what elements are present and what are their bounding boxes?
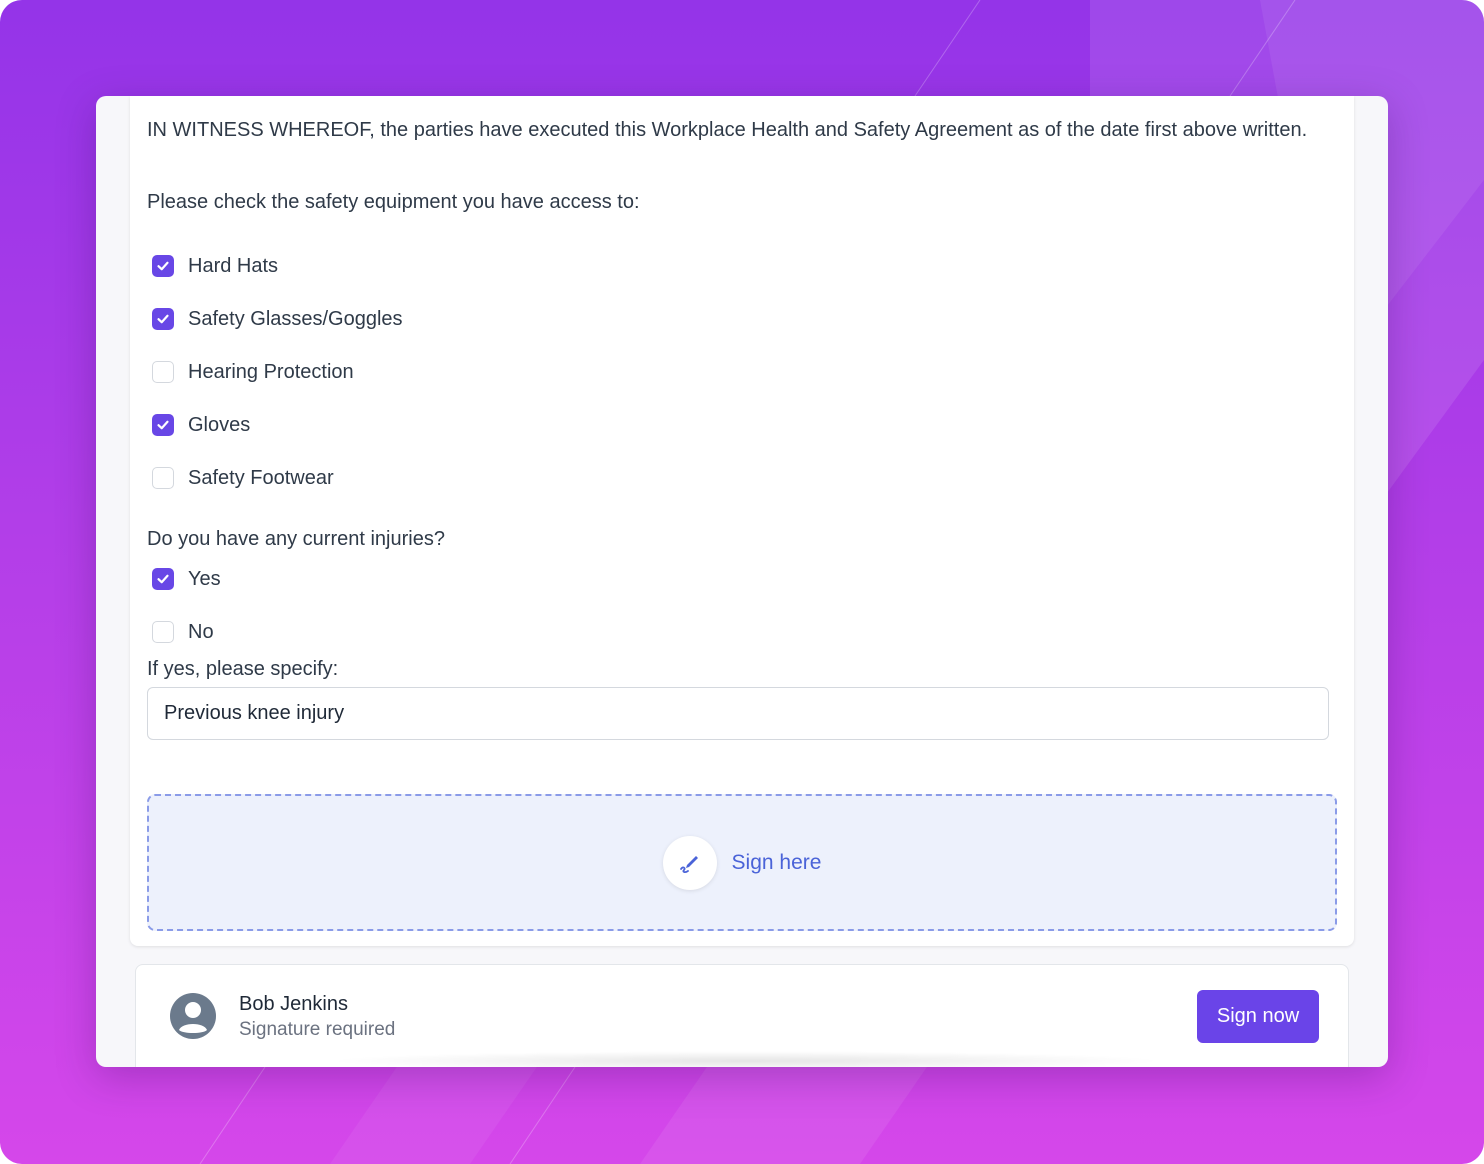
checkbox-label: Safety Footwear xyxy=(188,466,334,489)
check-icon xyxy=(157,261,169,271)
checkbox-box[interactable] xyxy=(152,361,174,383)
checkbox-label: Hearing Protection xyxy=(188,360,354,383)
equipment-question: Please check the safety equipment you ha… xyxy=(147,191,640,213)
injury-question: Do you have any current injuries? xyxy=(147,528,445,550)
checkbox-box[interactable] xyxy=(152,255,174,277)
check-icon xyxy=(157,314,169,324)
checkbox-box[interactable] xyxy=(152,467,174,489)
checkbox-hearing-protection[interactable]: Hearing Protection xyxy=(152,357,354,387)
user-avatar-icon xyxy=(170,993,216,1039)
checkbox-label: No xyxy=(188,620,214,643)
pen-icon xyxy=(679,855,698,873)
checkbox-box[interactable] xyxy=(152,308,174,330)
pen-icon-circle[interactable] xyxy=(662,835,717,890)
checkbox-hard-hats[interactable]: Hard Hats xyxy=(152,251,278,281)
checkbox-label: Yes xyxy=(188,567,221,590)
signature-area[interactable]: Sign here xyxy=(147,794,1337,931)
sign-here-label: Sign here xyxy=(731,850,822,874)
check-icon xyxy=(157,420,169,430)
signature-status: Signature required xyxy=(239,1019,396,1040)
checkbox-box[interactable] xyxy=(152,568,174,590)
checkbox-safety-glasses[interactable]: Safety Glasses/Goggles xyxy=(152,304,403,334)
specify-label: If yes, please specify: xyxy=(147,658,339,680)
checkbox-injury-no[interactable]: No xyxy=(152,617,214,647)
check-icon xyxy=(157,574,169,584)
scroll-shadow xyxy=(326,1051,1166,1067)
injury-details-input[interactable] xyxy=(147,687,1329,740)
checkbox-injury-yes[interactable]: Yes xyxy=(152,564,221,594)
witness-clause: IN WITNESS WHEREOF, the parties have exe… xyxy=(147,119,1308,141)
checkbox-label: Safety Glasses/Goggles xyxy=(188,307,403,330)
document-window: IN WITNESS WHEREOF, the parties have exe… xyxy=(96,96,1388,1067)
checkbox-gloves[interactable]: Gloves xyxy=(152,410,250,440)
checkbox-label: Hard Hats xyxy=(188,254,279,277)
checkbox-box[interactable] xyxy=(152,621,174,643)
checkbox-safety-footwear[interactable]: Safety Footwear xyxy=(152,463,334,493)
checkbox-box[interactable] xyxy=(152,414,174,436)
signer-name: Bob Jenkins xyxy=(239,993,348,1015)
checkbox-label: Gloves xyxy=(188,413,251,436)
sign-now-button[interactable]: Sign now xyxy=(1197,990,1319,1043)
agreement-document: IN WITNESS WHEREOF, the parties have exe… xyxy=(130,96,1354,946)
